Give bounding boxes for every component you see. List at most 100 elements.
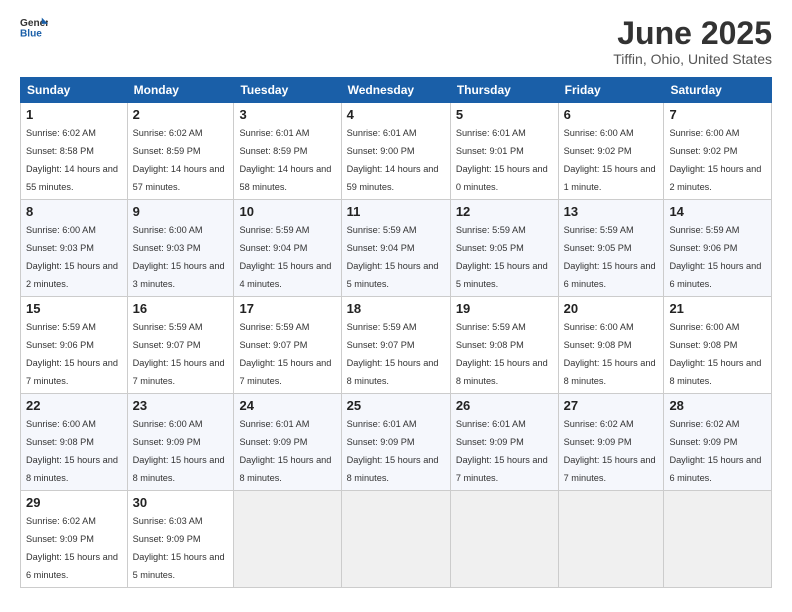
day-detail: Sunrise: 5:59 AMSunset: 9:07 PMDaylight:… — [133, 322, 225, 386]
day-number: 7 — [669, 107, 766, 122]
logo: General Blue — [20, 16, 48, 38]
calendar-cell — [341, 491, 450, 588]
calendar-cell: 12 Sunrise: 5:59 AMSunset: 9:05 PMDaylig… — [450, 200, 558, 297]
calendar-cell: 24 Sunrise: 6:01 AMSunset: 9:09 PMDaylig… — [234, 394, 341, 491]
calendar-cell — [558, 491, 664, 588]
header: General Blue June 2025 Tiffin, Ohio, Uni… — [20, 16, 772, 67]
day-number: 9 — [133, 204, 229, 219]
calendar-cell: 25 Sunrise: 6:01 AMSunset: 9:09 PMDaylig… — [341, 394, 450, 491]
calendar-cell — [234, 491, 341, 588]
day-number: 11 — [347, 204, 445, 219]
day-number: 17 — [239, 301, 335, 316]
day-detail: Sunrise: 6:02 AMSunset: 9:09 PMDaylight:… — [26, 516, 118, 580]
title-location: Tiffin, Ohio, United States — [613, 51, 772, 67]
col-wednesday: Wednesday — [341, 78, 450, 103]
calendar-cell: 27 Sunrise: 6:02 AMSunset: 9:09 PMDaylig… — [558, 394, 664, 491]
day-number: 24 — [239, 398, 335, 413]
col-monday: Monday — [127, 78, 234, 103]
calendar-cell: 14 Sunrise: 5:59 AMSunset: 9:06 PMDaylig… — [664, 200, 772, 297]
day-number: 12 — [456, 204, 553, 219]
calendar-cell — [450, 491, 558, 588]
day-detail: Sunrise: 5:59 AMSunset: 9:05 PMDaylight:… — [564, 225, 656, 289]
calendar-cell: 28 Sunrise: 6:02 AMSunset: 9:09 PMDaylig… — [664, 394, 772, 491]
day-detail: Sunrise: 6:00 AMSunset: 9:03 PMDaylight:… — [133, 225, 225, 289]
day-number: 2 — [133, 107, 229, 122]
day-detail: Sunrise: 6:01 AMSunset: 9:01 PMDaylight:… — [456, 128, 548, 192]
day-number: 13 — [564, 204, 659, 219]
day-detail: Sunrise: 5:59 AMSunset: 9:06 PMDaylight:… — [26, 322, 118, 386]
day-detail: Sunrise: 5:59 AMSunset: 9:04 PMDaylight:… — [347, 225, 439, 289]
calendar-cell: 3 Sunrise: 6:01 AMSunset: 8:59 PMDayligh… — [234, 103, 341, 200]
day-number: 1 — [26, 107, 122, 122]
col-thursday: Thursday — [450, 78, 558, 103]
day-detail: Sunrise: 6:01 AMSunset: 9:09 PMDaylight:… — [456, 419, 548, 483]
day-number: 26 — [456, 398, 553, 413]
calendar-table: Sunday Monday Tuesday Wednesday Thursday… — [20, 77, 772, 588]
svg-text:Blue: Blue — [20, 28, 42, 38]
day-number: 3 — [239, 107, 335, 122]
day-number: 4 — [347, 107, 445, 122]
day-detail: Sunrise: 6:00 AMSunset: 9:08 PMDaylight:… — [26, 419, 118, 483]
calendar-cell: 20 Sunrise: 6:00 AMSunset: 9:08 PMDaylig… — [558, 297, 664, 394]
day-number: 10 — [239, 204, 335, 219]
day-detail: Sunrise: 6:00 AMSunset: 9:08 PMDaylight:… — [669, 322, 761, 386]
day-number: 23 — [133, 398, 229, 413]
day-detail: Sunrise: 6:02 AMSunset: 9:09 PMDaylight:… — [564, 419, 656, 483]
day-detail: Sunrise: 6:02 AMSunset: 8:59 PMDaylight:… — [133, 128, 225, 192]
day-detail: Sunrise: 5:59 AMSunset: 9:07 PMDaylight:… — [239, 322, 331, 386]
day-detail: Sunrise: 6:00 AMSunset: 9:09 PMDaylight:… — [133, 419, 225, 483]
calendar-cell: 13 Sunrise: 5:59 AMSunset: 9:05 PMDaylig… — [558, 200, 664, 297]
calendar-cell: 1 Sunrise: 6:02 AMSunset: 8:58 PMDayligh… — [21, 103, 128, 200]
calendar-cell — [664, 491, 772, 588]
day-detail: Sunrise: 5:59 AMSunset: 9:08 PMDaylight:… — [456, 322, 548, 386]
day-detail: Sunrise: 6:01 AMSunset: 9:00 PMDaylight:… — [347, 128, 439, 192]
calendar-cell: 10 Sunrise: 5:59 AMSunset: 9:04 PMDaylig… — [234, 200, 341, 297]
day-detail: Sunrise: 5:59 AMSunset: 9:07 PMDaylight:… — [347, 322, 439, 386]
day-number: 27 — [564, 398, 659, 413]
day-detail: Sunrise: 6:01 AMSunset: 8:59 PMDaylight:… — [239, 128, 331, 192]
day-number: 20 — [564, 301, 659, 316]
logo-icon: General Blue — [20, 16, 48, 38]
calendar-cell: 26 Sunrise: 6:01 AMSunset: 9:09 PMDaylig… — [450, 394, 558, 491]
day-detail: Sunrise: 5:59 AMSunset: 9:04 PMDaylight:… — [239, 225, 331, 289]
day-detail: Sunrise: 6:01 AMSunset: 9:09 PMDaylight:… — [347, 419, 439, 483]
day-number: 6 — [564, 107, 659, 122]
calendar-cell: 7 Sunrise: 6:00 AMSunset: 9:02 PMDayligh… — [664, 103, 772, 200]
col-tuesday: Tuesday — [234, 78, 341, 103]
day-detail: Sunrise: 5:59 AMSunset: 9:06 PMDaylight:… — [669, 225, 761, 289]
day-number: 5 — [456, 107, 553, 122]
calendar-cell: 19 Sunrise: 5:59 AMSunset: 9:08 PMDaylig… — [450, 297, 558, 394]
calendar-cell: 11 Sunrise: 5:59 AMSunset: 9:04 PMDaylig… — [341, 200, 450, 297]
calendar-cell: 5 Sunrise: 6:01 AMSunset: 9:01 PMDayligh… — [450, 103, 558, 200]
col-saturday: Saturday — [664, 78, 772, 103]
calendar-cell: 18 Sunrise: 5:59 AMSunset: 9:07 PMDaylig… — [341, 297, 450, 394]
calendar-cell: 17 Sunrise: 5:59 AMSunset: 9:07 PMDaylig… — [234, 297, 341, 394]
day-detail: Sunrise: 6:02 AMSunset: 9:09 PMDaylight:… — [669, 419, 761, 483]
calendar-cell: 21 Sunrise: 6:00 AMSunset: 9:08 PMDaylig… — [664, 297, 772, 394]
day-number: 28 — [669, 398, 766, 413]
day-detail: Sunrise: 6:02 AMSunset: 8:58 PMDaylight:… — [26, 128, 118, 192]
calendar-cell: 15 Sunrise: 5:59 AMSunset: 9:06 PMDaylig… — [21, 297, 128, 394]
day-number: 25 — [347, 398, 445, 413]
day-number: 8 — [26, 204, 122, 219]
day-detail: Sunrise: 6:00 AMSunset: 9:03 PMDaylight:… — [26, 225, 118, 289]
col-friday: Friday — [558, 78, 664, 103]
title-block: June 2025 Tiffin, Ohio, United States — [613, 16, 772, 67]
day-number: 21 — [669, 301, 766, 316]
day-number: 29 — [26, 495, 122, 510]
header-row: Sunday Monday Tuesday Wednesday Thursday… — [21, 78, 772, 103]
day-number: 16 — [133, 301, 229, 316]
calendar-cell: 29 Sunrise: 6:02 AMSunset: 9:09 PMDaylig… — [21, 491, 128, 588]
calendar-cell: 30 Sunrise: 6:03 AMSunset: 9:09 PMDaylig… — [127, 491, 234, 588]
day-detail: Sunrise: 6:03 AMSunset: 9:09 PMDaylight:… — [133, 516, 225, 580]
day-number: 15 — [26, 301, 122, 316]
calendar-cell: 2 Sunrise: 6:02 AMSunset: 8:59 PMDayligh… — [127, 103, 234, 200]
day-number: 18 — [347, 301, 445, 316]
calendar-cell: 23 Sunrise: 6:00 AMSunset: 9:09 PMDaylig… — [127, 394, 234, 491]
calendar-cell: 8 Sunrise: 6:00 AMSunset: 9:03 PMDayligh… — [21, 200, 128, 297]
page: General Blue June 2025 Tiffin, Ohio, Uni… — [0, 0, 792, 612]
day-detail: Sunrise: 5:59 AMSunset: 9:05 PMDaylight:… — [456, 225, 548, 289]
day-detail: Sunrise: 6:00 AMSunset: 9:08 PMDaylight:… — [564, 322, 656, 386]
day-number: 19 — [456, 301, 553, 316]
day-detail: Sunrise: 6:00 AMSunset: 9:02 PMDaylight:… — [564, 128, 656, 192]
